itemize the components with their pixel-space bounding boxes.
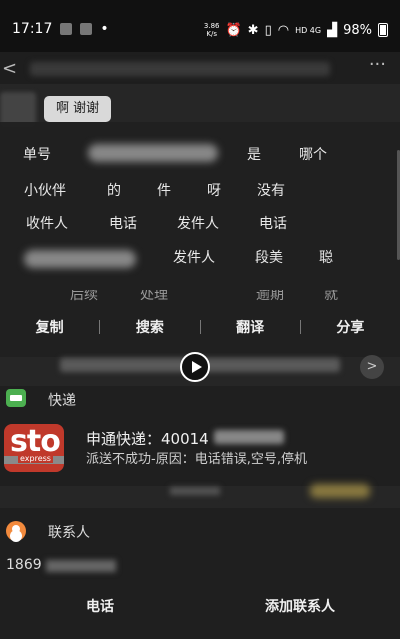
status-left: 17:17 • xyxy=(12,21,109,37)
word-chip[interactable]: 段美 xyxy=(244,245,294,271)
copy-button[interactable]: 复制 xyxy=(0,317,99,337)
battery-icon xyxy=(378,23,388,37)
word-chip[interactable]: 聪 xyxy=(308,245,344,271)
net-speed-value: 3.86 xyxy=(203,22,220,30)
status-right: 3.86 K/s ⏰ ✱ ▯ ◠ HD 4G ▟ 98% xyxy=(204,22,388,38)
word-chip-partial[interactable]: 逾期 xyxy=(256,290,284,304)
word-chip[interactable]: 电话 xyxy=(98,211,148,237)
signal-icon: ▟ xyxy=(327,22,338,38)
person-icon xyxy=(6,521,26,541)
vibrate-icon: ▯ xyxy=(264,22,272,38)
back-icon[interactable]: < xyxy=(2,58,17,79)
word-chip[interactable]: 小伙伴 xyxy=(14,178,76,204)
word-chip-partial[interactable]: 后续 xyxy=(70,290,98,304)
phone-number-blurred xyxy=(46,560,116,572)
search-button[interactable]: 搜索 xyxy=(100,317,199,337)
word-chip-partial[interactable]: 处理 xyxy=(140,290,168,304)
logo-subtext: express xyxy=(18,454,53,463)
phone-number[interactable]: 1869 xyxy=(6,557,42,573)
status-bar: 17:17 • 3.86 K/s ⏰ ✱ ▯ ◠ HD 4G ▟ 98% xyxy=(0,0,400,52)
bottom-action-bar: 电话 添加联系人 xyxy=(0,590,400,624)
alarm-icon: ⏰ xyxy=(225,22,242,38)
chat-header: < ··· xyxy=(0,52,400,84)
chevron-right-icon[interactable]: > xyxy=(360,355,384,379)
net-speed: 3.86 K/s xyxy=(204,22,220,38)
sto-express-logo: sto express xyxy=(4,424,64,472)
play-icon[interactable] xyxy=(180,352,210,382)
word-chip[interactable]: 发件人 xyxy=(162,211,234,237)
word-chip[interactable]: 没有 xyxy=(246,178,296,204)
chat-title-blurred xyxy=(30,62,330,76)
word-chip-blurred[interactable] xyxy=(88,144,218,162)
action-bar: 复制 搜索 翻译 分享 xyxy=(0,312,400,342)
word-chip[interactable]: 电话 xyxy=(248,211,298,237)
express-status-message: 派送不成功-原因：电话错误,空号,停机 xyxy=(86,452,307,467)
blurred-content xyxy=(310,484,370,498)
bluetooth-icon: ✱ xyxy=(247,22,259,38)
word-chip[interactable]: 件 xyxy=(146,178,182,204)
tracking-number[interactable]: 申通快递：40014 xyxy=(86,428,209,449)
word-chip-partial[interactable]: 就 xyxy=(324,290,338,304)
word-chip[interactable]: 收件人 xyxy=(14,211,80,237)
notification-icon xyxy=(60,23,73,35)
add-contact-button[interactable]: 添加联系人 xyxy=(200,590,400,624)
more-menu-icon[interactable]: ··· xyxy=(369,54,386,75)
word-chip[interactable]: 呀 xyxy=(196,178,232,204)
translate-button[interactable]: 翻译 xyxy=(201,317,300,337)
status-time: 17:17 xyxy=(12,21,53,37)
more-notifications-icon: • xyxy=(100,21,109,37)
net-speed-unit: K/s xyxy=(206,30,217,38)
blurred-content xyxy=(170,487,220,495)
word-chip[interactable]: 是 xyxy=(236,142,272,168)
express-section-title: 快递 xyxy=(48,393,76,409)
app-icon xyxy=(80,23,93,35)
word-chip[interactable]: 单号 xyxy=(14,142,60,168)
battery-percent: 98% xyxy=(343,22,372,38)
tracking-number-blurred xyxy=(214,430,284,444)
partial-word-row: 后续 处理 逾期 就 xyxy=(0,290,400,308)
call-button[interactable]: 电话 xyxy=(0,590,200,624)
wifi-icon: ◠ xyxy=(277,22,290,38)
word-chip[interactable]: 的 xyxy=(96,178,132,204)
word-chip[interactable]: 发件人 xyxy=(158,245,230,271)
share-button[interactable]: 分享 xyxy=(301,317,400,337)
contact-section-title: 联系人 xyxy=(48,525,90,541)
truck-icon xyxy=(6,389,26,407)
network-type: HD 4G xyxy=(295,25,322,35)
chat-bubble[interactable]: 啊 谢谢 xyxy=(44,96,112,122)
word-chip-blurred[interactable] xyxy=(24,250,136,268)
word-chip[interactable]: 哪个 xyxy=(290,142,336,168)
